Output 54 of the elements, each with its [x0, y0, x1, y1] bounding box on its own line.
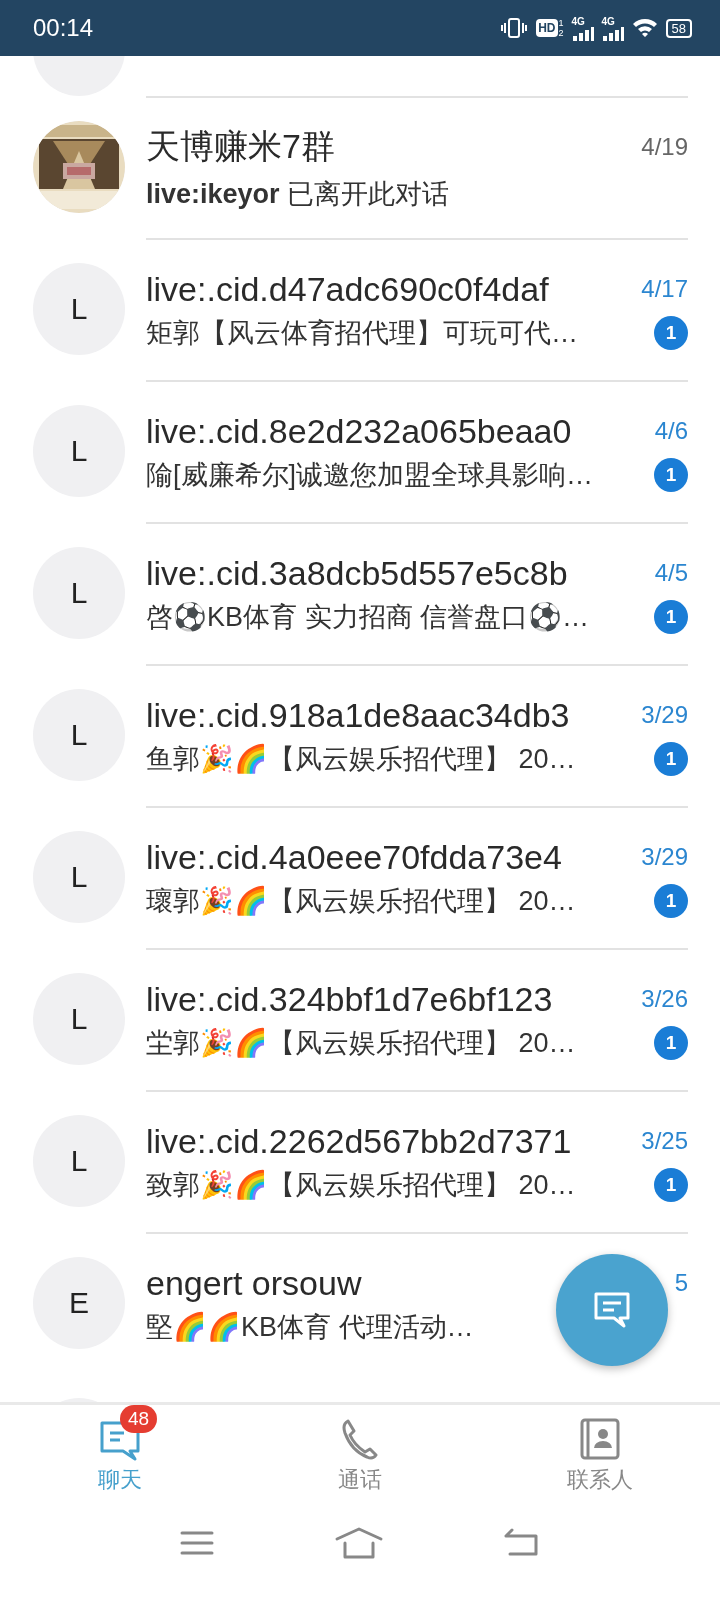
unread-count: 1	[654, 315, 688, 350]
wifi-icon	[631, 17, 658, 39]
avatar: L	[33, 689, 125, 781]
chat-name[interactable]: live:.cid.324bbf1d7e6bf123	[146, 979, 553, 1019]
new-chat-button[interactable]	[556, 1254, 668, 1366]
chat-date: 4/17	[641, 275, 688, 303]
chat-name[interactable]: live:.cid.3a8dcb5d557e5c8b	[146, 553, 568, 593]
chat-date: 3/29	[641, 701, 688, 729]
vibrate-icon	[500, 17, 529, 39]
avatar: L	[33, 547, 125, 639]
nav-tab[interactable]: 联系人	[480, 1405, 720, 1515]
message-preview: 堅🌈🌈KB体育 代理活动…	[146, 1310, 474, 1344]
unread-count: 1	[654, 1025, 688, 1060]
message-preview: 致郭🎉🌈【风云娱乐招代理】 20…	[146, 1168, 576, 1202]
unread-count: 1	[654, 599, 688, 634]
chat-name[interactable]: live:.cid.2262d567bb2d7371	[146, 1121, 572, 1161]
unread-count: 1	[654, 883, 688, 918]
chat-date: 5	[674, 1269, 688, 1297]
avatar: L	[33, 1115, 125, 1207]
chat-date: 3/25	[641, 1127, 688, 1155]
avatar: L	[33, 263, 125, 355]
avatar: E	[33, 1257, 125, 1349]
chat-date: 4/19	[641, 133, 688, 161]
message-preview: 隃[威廉希尔]诚邀您加盟全球具影响…	[146, 458, 593, 492]
chat-date: 4/6	[654, 417, 688, 445]
contact-book-icon	[578, 1417, 622, 1461]
message-preview: 瓌郭🎉🌈【风云娱乐招代理】 20…	[146, 884, 576, 918]
signal-indicator: 4G	[571, 15, 594, 41]
chat-name[interactable]: engert orsouw	[146, 1263, 362, 1303]
message-preview: 鱼郭🎉🌈【风云娱乐招代理】 20…	[146, 742, 576, 776]
notification-badge: 48	[120, 1405, 158, 1433]
chat-name[interactable]: live:.cid.4a0eee70fdda73e4	[146, 837, 562, 877]
nav-tab[interactable]: 通话	[240, 1405, 480, 1515]
message-preview: live:ikeyor 已离开此对话	[146, 178, 450, 211]
chat-name[interactable]: live:.cid.d47adc690c0f4daf	[146, 269, 549, 309]
unread-count: 1	[654, 1167, 688, 1202]
battery-indicator: 58	[665, 18, 692, 38]
chat-name[interactable]: 天博赚米7群	[146, 124, 335, 170]
clock: 00:14	[33, 14, 94, 42]
chat-date: 3/29	[641, 843, 688, 871]
message-preview: 啓⚽KB体育 实力招商 信誉盘口⚽…	[146, 600, 590, 634]
nav-tab[interactable]: 48 聊天	[0, 1405, 240, 1515]
unread-count: 1	[654, 457, 688, 492]
chat-date: 3/26	[641, 985, 688, 1013]
chat-name[interactable]: live:.cid.918a1de8aac34db3	[146, 695, 570, 735]
message-preview: 坣郭🎉🌈【风云娱乐招代理】 20…	[146, 1026, 576, 1060]
chat-name[interactable]: live:.cid.8e2d232a065beaa0	[146, 411, 572, 451]
chat-date: 4/5	[654, 559, 688, 587]
signal-indicator: 4G	[601, 15, 624, 41]
unread-count: 1	[654, 741, 688, 776]
message-preview: 矩郭【风云体育招代理】可玩可代…	[146, 316, 578, 350]
avatar: L	[33, 973, 125, 1065]
avatar: L	[33, 405, 125, 497]
avatar: L	[33, 831, 125, 923]
